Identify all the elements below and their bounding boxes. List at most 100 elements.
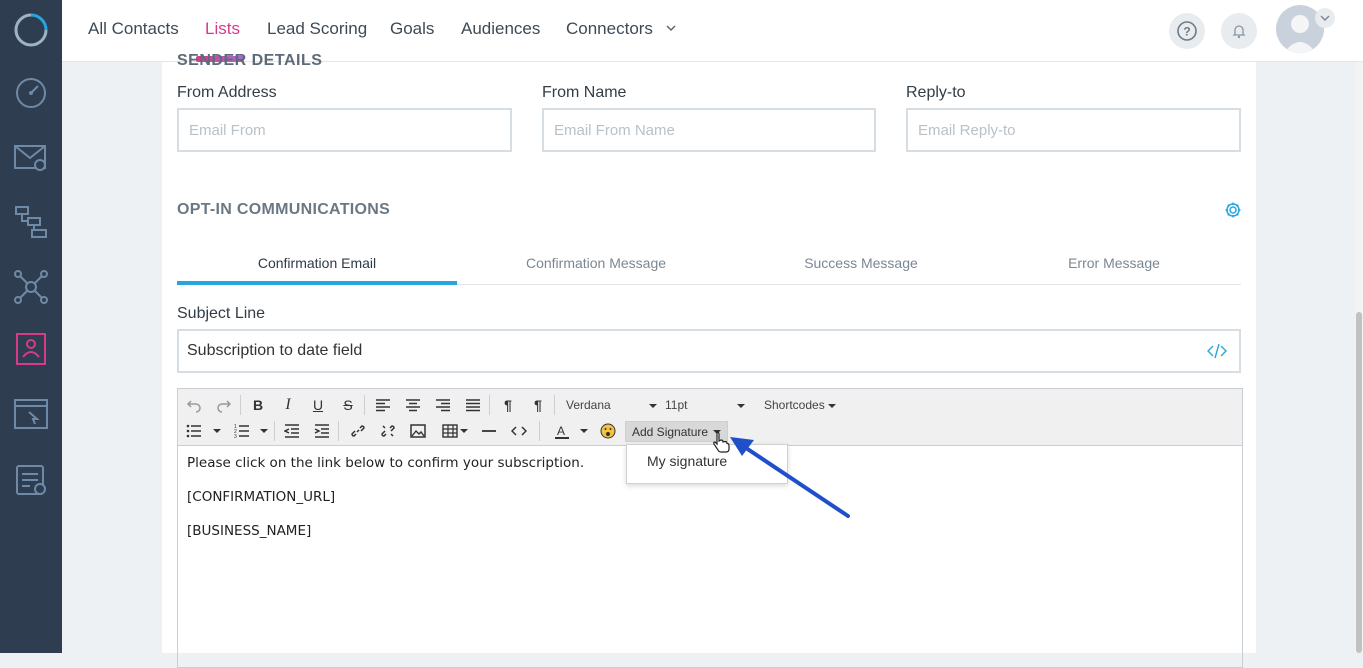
align-center-button[interactable] [403,396,423,414]
paragraph-rtl-icon: ¶ [534,397,542,413]
subject-line-input[interactable]: Subscription to date field [177,329,1241,373]
align-right-button[interactable] [433,396,453,414]
font-size-value: 11pt [665,398,688,412]
chevron-down-icon[interactable] [665,22,677,34]
help-button[interactable]: ? [1169,13,1205,49]
tab-error-message[interactable]: Error Message [987,255,1241,271]
caret-down-icon [737,403,746,408]
emoticon-button[interactable] [598,422,618,440]
numbered-list-icon: 123 [234,424,249,439]
text-color-button[interactable]: A [552,422,572,440]
italic-button[interactable]: I [278,396,298,414]
forms-icon[interactable] [12,460,50,498]
caret-down-icon [828,403,837,408]
landing-page-icon[interactable] [12,395,50,433]
shortcodes-menu[interactable]: Shortcodes [764,398,837,412]
justify-icon [466,399,480,412]
list-settings-card: SENDER DETAILS From Address From Name Re… [162,52,1256,668]
email-icon[interactable] [12,138,50,176]
outdent-button[interactable] [282,422,302,440]
toolbar-divider [274,421,275,441]
nav-all-contacts[interactable]: All Contacts [88,19,179,39]
help-icon: ? [1177,21,1197,41]
notifications-button[interactable] [1221,13,1257,49]
font-size-select[interactable]: 11pt [665,398,746,412]
caret-down-icon[interactable] [260,429,268,433]
shortcodes-label: Shortcodes [764,398,825,412]
caret-down-icon[interactable] [213,429,221,433]
subject-line-label: Subject Line [177,305,266,322]
insert-table-button[interactable] [440,422,460,440]
image-icon [410,424,426,438]
ltr-button[interactable]: ¶ [498,396,518,414]
bold-button[interactable]: B [248,396,268,414]
svg-text:?: ? [1183,25,1190,39]
align-left-button[interactable] [373,396,393,414]
annotation-arrow-icon [730,437,850,518]
chevron-down-icon [1320,15,1330,21]
contacts-icon[interactable] [12,330,50,368]
optin-section-title: OPT-IN COMMUNICATIONS [177,201,391,218]
remove-link-button[interactable] [378,422,398,440]
italic-icon: I [285,396,291,413]
code-icon[interactable] [1207,342,1227,360]
dashboard-icon[interactable] [12,74,50,112]
optin-tabs: Confirmation Email Confirmation Message … [177,243,1241,285]
rtl-button[interactable]: ¶ [528,396,548,414]
gear-icon[interactable] [1224,201,1242,219]
emoji-icon [600,423,616,439]
caret-down-icon [648,403,657,408]
editor-content[interactable]: Please click on the link below to confir… [187,455,584,557]
left-sidebar [0,0,62,653]
source-code-button[interactable] [509,422,529,440]
nav-audiences[interactable]: Audiences [461,19,540,39]
insert-link-button[interactable] [348,422,368,440]
bullet-list-button[interactable] [184,422,204,440]
text-color-icon: A [555,424,569,439]
caret-down-icon[interactable] [460,429,468,433]
font-family-select[interactable]: Verdana [566,398,657,412]
toolbar-divider [364,395,365,415]
caret-down-icon[interactable] [580,429,588,433]
nav-goals[interactable]: Goals [390,19,434,39]
undo-button[interactable] [184,396,204,414]
signature-menu-item[interactable]: My signature [647,453,727,469]
toolbar-divider [338,421,339,441]
from-address-input[interactable] [177,108,512,152]
automation-icon[interactable] [12,203,50,241]
align-right-icon [436,399,450,412]
nav-lists[interactable]: Lists [205,19,240,39]
reply-to-label: Reply-to [906,84,966,101]
from-address-label: From Address [177,84,277,101]
undo-icon [186,400,201,413]
toolbar-divider [489,395,490,415]
tab-confirmation-email[interactable]: Confirmation Email [177,255,457,271]
nav-lead-scoring[interactable]: Lead Scoring [267,19,367,39]
horizontal-rule-button[interactable] [479,422,499,440]
nav-connectors[interactable]: Connectors [566,19,653,39]
from-name-input[interactable] [542,108,876,152]
tab-confirmation-message[interactable]: Confirmation Message [457,255,735,271]
network-icon[interactable] [12,268,50,306]
strikethrough-button[interactable]: S [338,396,358,414]
paragraph-ltr-icon: ¶ [504,397,512,413]
subject-line-value: Subscription to date field [187,342,363,359]
bell-icon [1232,25,1246,39]
reply-to-input[interactable] [906,108,1241,152]
redo-icon [217,400,232,413]
align-center-icon [406,399,420,412]
account-menu-toggle[interactable] [1315,8,1335,28]
page-scrollbar-thumb[interactable] [1356,312,1362,653]
table-icon [442,424,458,438]
toolbar-divider [554,395,555,415]
underline-button[interactable]: U [308,396,328,414]
insert-image-button[interactable] [408,422,428,440]
redo-button[interactable] [214,396,234,414]
numbered-list-button[interactable]: 123 [232,422,252,440]
tab-success-message[interactable]: Success Message [735,255,987,271]
justify-button[interactable] [463,396,483,414]
from-name-label: From Name [542,84,627,101]
indent-button[interactable] [312,422,332,440]
bold-icon: B [252,397,264,413]
app-logo-icon[interactable] [13,12,49,48]
